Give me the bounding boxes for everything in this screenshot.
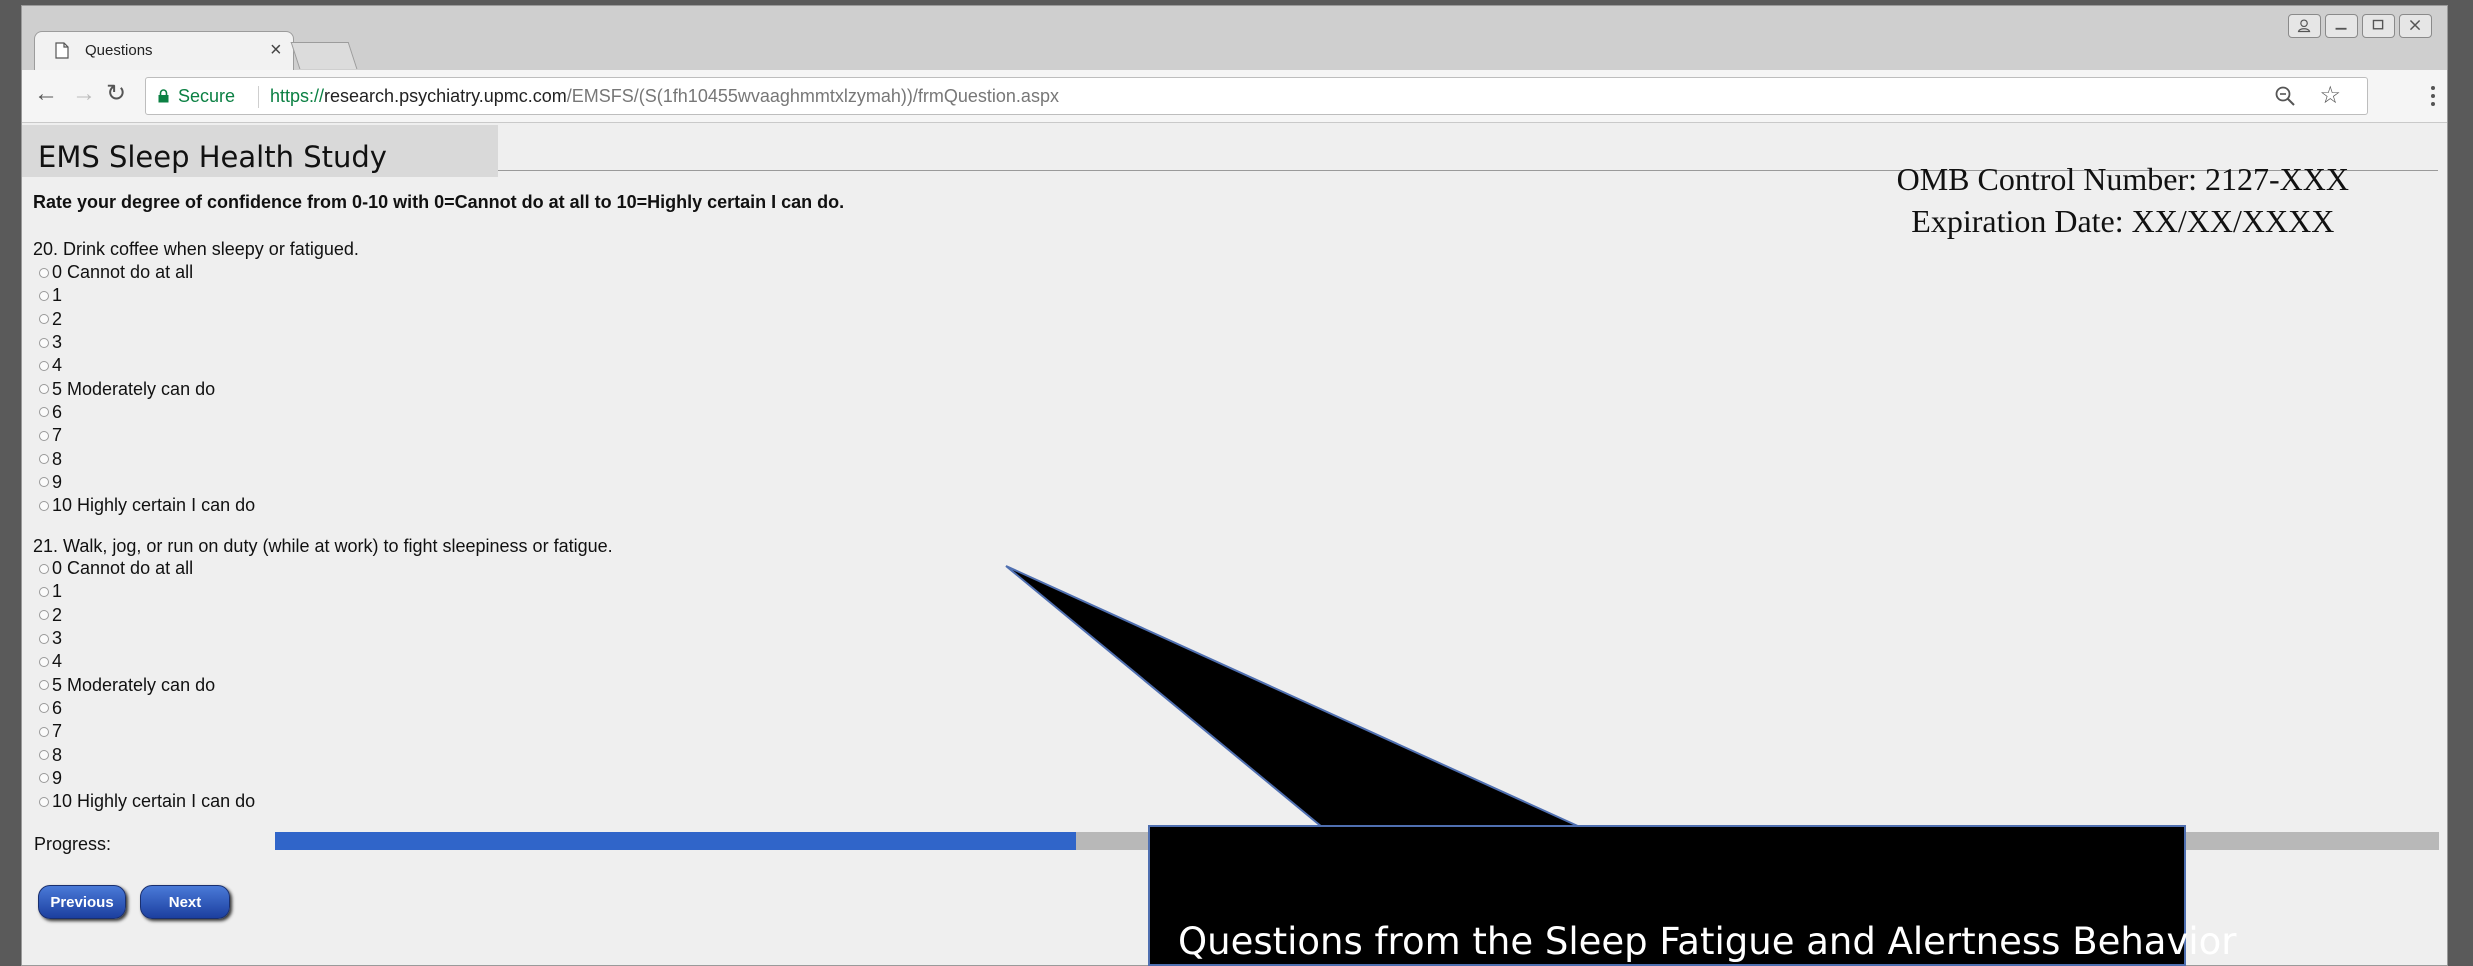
callout-box: Questions from the Sleep Fatigue and Ale… bbox=[1148, 825, 2237, 966]
callout-pointer bbox=[1005, 565, 1581, 828]
callout-text: Questions from the Sleep Fatigue and Ale… bbox=[1178, 920, 2237, 963]
